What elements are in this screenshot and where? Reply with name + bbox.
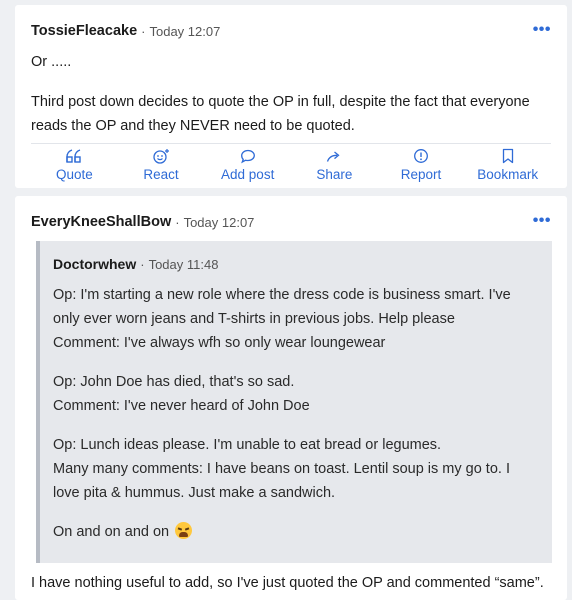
quote-text: Op: I'm starting a new role where the dr… xyxy=(53,287,511,327)
react-icon xyxy=(152,148,170,164)
post-author[interactable]: EveryKneeShallBow xyxy=(31,214,171,230)
bookmark-icon xyxy=(501,148,515,164)
post-timestamp[interactable]: Today 12:07 xyxy=(149,24,220,39)
quote-text: On and on and on xyxy=(53,524,170,540)
quote-text: Op: John Doe has died, that's so sad. xyxy=(53,374,295,390)
report-icon xyxy=(413,148,429,164)
share-button[interactable]: Share xyxy=(291,144,378,183)
quote-label: Quote xyxy=(55,167,93,182)
bookmark-label: Bookmark xyxy=(477,167,539,182)
post-text: Third post down decides to quote the OP … xyxy=(31,94,530,134)
add-post-label: Add post xyxy=(221,167,275,182)
quote-text: Comment: I've always wfh so only wear lo… xyxy=(53,335,386,351)
quote-header: Doctorwhew · Today 11:48 xyxy=(53,254,218,274)
post-text: Or ..... xyxy=(31,54,72,70)
post-author[interactable]: TossieFleacake xyxy=(31,23,137,39)
speech-bubble-icon xyxy=(240,148,256,164)
report-label: Report xyxy=(400,167,442,182)
quote-author[interactable]: Doctorwhew xyxy=(53,256,136,272)
post-header: EveryKneeShallBow · Today 12:07 ••• xyxy=(31,211,551,233)
react-label: React xyxy=(143,167,179,182)
weary-face-emoji xyxy=(175,522,193,539)
post-text: I have nothing useful to add, so I've ju… xyxy=(31,575,544,591)
quote-icon xyxy=(66,148,82,164)
post-card: TossieFleacake · Today 12:07 ••• Or ....… xyxy=(15,5,567,188)
post-card: EveryKneeShallBow · Today 12:07 ••• Doct… xyxy=(15,196,567,600)
post-actions-bar: Quote React Add post Share Report Bookma… xyxy=(31,143,551,183)
post-header: TossieFleacake · Today 12:07 ••• xyxy=(31,20,551,42)
separator-dot: · xyxy=(175,214,180,230)
separator-dot: · xyxy=(140,256,145,272)
add-post-button[interactable]: Add post xyxy=(204,144,291,183)
bookmark-button[interactable]: Bookmark xyxy=(464,144,551,183)
share-label: Share xyxy=(316,167,353,182)
react-button[interactable]: React xyxy=(118,144,205,183)
post-timestamp[interactable]: Today 12:07 xyxy=(184,215,255,230)
more-options-icon[interactable]: ••• xyxy=(533,21,551,39)
quote-text: Op: Lunch ideas please. I'm unable to ea… xyxy=(53,437,442,453)
quote-text: Comment: I've never heard of John Doe xyxy=(53,398,310,414)
more-options-icon[interactable]: ••• xyxy=(533,212,551,230)
quote-block: Doctorwhew · Today 11:48 Op: I'm startin… xyxy=(36,241,552,563)
quote-text-line: On and on and on xyxy=(53,520,538,544)
quote-button[interactable]: Quote xyxy=(31,144,118,183)
separator-dot: · xyxy=(141,23,146,39)
share-arrow-icon xyxy=(326,148,342,164)
report-button[interactable]: Report xyxy=(378,144,465,183)
quote-text: Many many comments: I have beans on toas… xyxy=(53,461,510,501)
quote-timestamp[interactable]: Today 11:48 xyxy=(149,257,219,272)
